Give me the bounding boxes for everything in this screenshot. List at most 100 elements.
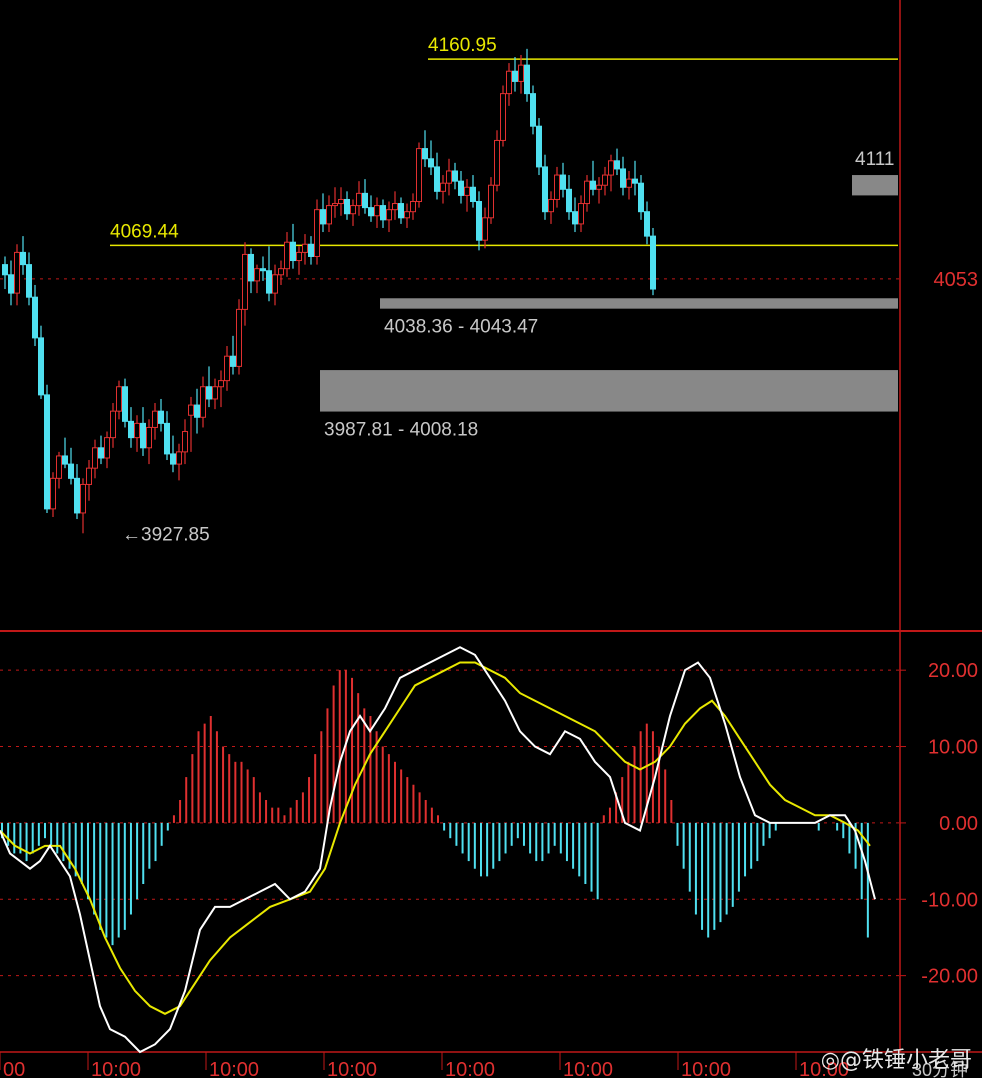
candle-body xyxy=(290,241,296,262)
candle-body xyxy=(152,410,158,428)
support-zone xyxy=(380,298,898,309)
candle-body xyxy=(200,386,206,418)
candle-body xyxy=(170,453,176,465)
candle-body xyxy=(440,182,446,192)
candle-body xyxy=(470,186,476,203)
support-zone xyxy=(852,175,898,196)
low-marker-label: ←3927.85 xyxy=(122,525,210,546)
candle-body xyxy=(260,268,266,272)
candle-body xyxy=(578,203,584,225)
candle-body xyxy=(164,422,170,455)
candle-body xyxy=(8,274,14,294)
candle-body xyxy=(632,178,638,184)
candle-body xyxy=(446,170,452,184)
weibo-icon: ◎ xyxy=(820,1048,840,1073)
candle-body xyxy=(320,209,326,225)
candle-body xyxy=(476,201,482,241)
candle-body xyxy=(104,437,110,459)
candle-body xyxy=(92,447,98,469)
candle-body xyxy=(140,422,146,449)
candle-body xyxy=(278,268,284,276)
macd-tick-label: 20.00 xyxy=(928,660,978,682)
candle-body xyxy=(146,426,152,449)
candle-body xyxy=(530,93,536,127)
zone-label: 4038.36 - 4043.47 xyxy=(384,317,538,338)
candle-body xyxy=(80,483,86,514)
candle-body xyxy=(626,178,632,188)
candle-body xyxy=(644,211,650,237)
candle-body xyxy=(56,455,62,479)
level-label: 4069.44 xyxy=(110,221,179,242)
candle-body xyxy=(608,160,614,176)
candle-body xyxy=(650,235,656,290)
candle-body xyxy=(350,205,356,215)
candle-body xyxy=(62,455,68,465)
time-label: 10:00 xyxy=(209,1059,259,1078)
macd-tick-label: 0.00 xyxy=(939,813,978,835)
candle-body xyxy=(128,420,134,439)
candle-body xyxy=(554,174,560,200)
time-label: 10:00 xyxy=(91,1059,141,1078)
candle-body xyxy=(50,477,56,510)
candle-body xyxy=(302,243,308,253)
candle-body xyxy=(494,139,500,186)
time-label: 10:00 xyxy=(445,1059,495,1078)
candle-body xyxy=(218,380,224,388)
candle-body xyxy=(602,174,608,186)
candle-body xyxy=(482,217,488,241)
time-label: 00 xyxy=(3,1059,25,1078)
candle-body xyxy=(20,251,26,266)
candle-body xyxy=(392,203,398,211)
candle-body xyxy=(434,166,440,192)
macd-tick-label: -10.00 xyxy=(921,889,978,911)
candle-body xyxy=(590,180,596,190)
watermark-text: @铁锤小老哥 xyxy=(839,1048,972,1073)
candle-body xyxy=(518,64,524,82)
candle-body xyxy=(560,174,566,190)
candle-body xyxy=(266,270,272,294)
candle-body xyxy=(44,394,50,510)
candle-body xyxy=(572,211,578,225)
zone-label: 3987.81 - 4008.18 xyxy=(324,420,478,441)
level-label: 4160.95 xyxy=(428,35,497,56)
time-label: 10:00 xyxy=(563,1059,613,1078)
candle-body xyxy=(548,198,554,213)
candle-body xyxy=(284,241,290,270)
candle-body xyxy=(566,188,572,213)
candle-body xyxy=(254,268,260,282)
candle-body xyxy=(212,386,218,400)
candle-body xyxy=(332,203,338,207)
candlestick-chart: 4038.36 - 4043.47 3987.81 - 4008.18 4111 4… xyxy=(0,0,982,1078)
candle-body xyxy=(356,192,362,207)
candle-body xyxy=(386,209,392,221)
candle-body xyxy=(224,355,230,382)
candle-body xyxy=(14,251,20,294)
candle-body xyxy=(188,404,194,416)
candle-body xyxy=(380,205,386,221)
candle-body xyxy=(464,186,470,196)
candle-body xyxy=(536,125,542,168)
candle-body xyxy=(314,209,320,257)
candle-body xyxy=(230,355,236,367)
candle-body xyxy=(416,148,422,203)
candle-body xyxy=(500,93,506,141)
candle-body xyxy=(428,158,434,168)
candle-body xyxy=(32,296,38,339)
candle-body xyxy=(374,205,380,217)
candle-body xyxy=(2,264,8,276)
candle-body xyxy=(362,192,368,209)
macd-tick-label: 10.00 xyxy=(928,737,978,759)
time-label: 10:00 xyxy=(681,1059,731,1078)
candle-body xyxy=(422,148,428,160)
candle-body xyxy=(620,168,626,188)
candle-body xyxy=(338,198,344,205)
candle-body xyxy=(368,207,374,217)
candle-body xyxy=(74,477,80,514)
candle-body xyxy=(194,404,200,418)
current-price-label: 4053 xyxy=(934,269,979,291)
watermark: ◎@铁锤小老哥 xyxy=(821,1042,972,1074)
candle-body xyxy=(236,308,242,367)
candle-body xyxy=(98,447,104,459)
candle-body xyxy=(344,198,350,215)
candle-body xyxy=(584,180,590,205)
